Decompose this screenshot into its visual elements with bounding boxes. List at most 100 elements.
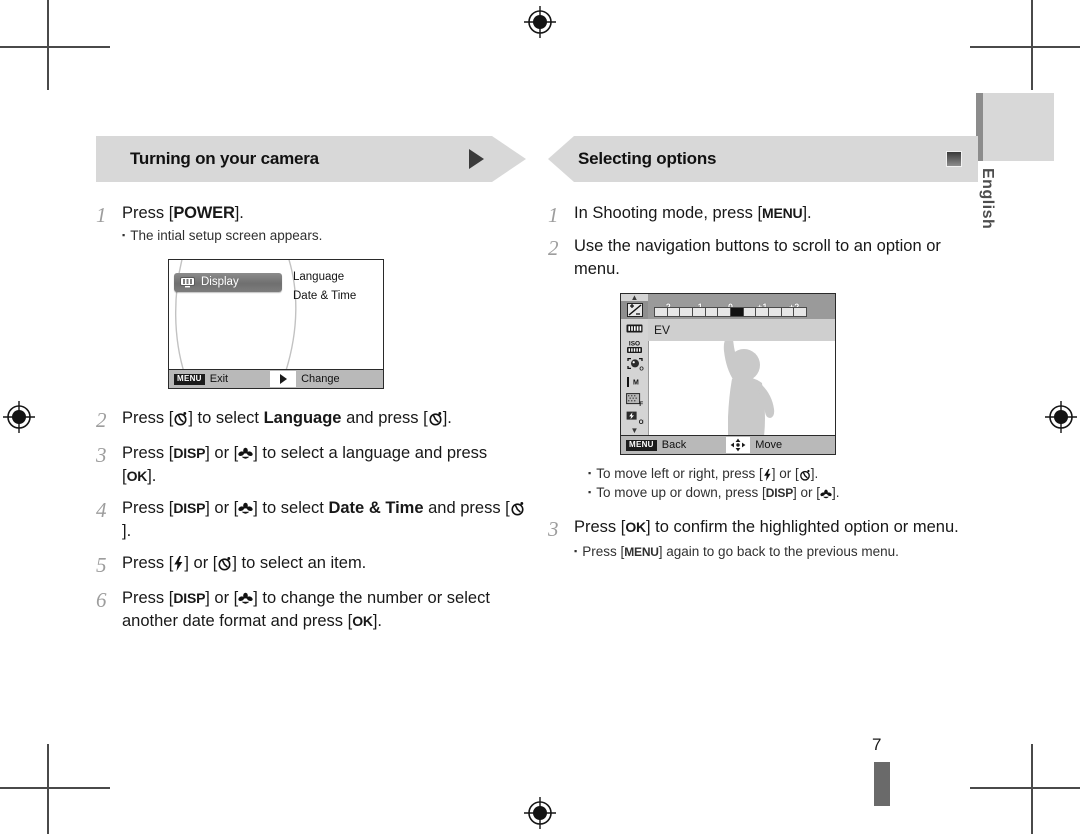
step-item: 2 Use the navigation buttons to scroll t… xyxy=(548,235,978,503)
ev-scale[interactable]: -2 -1 0 +1 +2 xyxy=(654,296,807,317)
seg-text: To move up or down, press [ xyxy=(596,485,766,500)
setup-menu-list: Language Date & Time xyxy=(293,268,356,306)
step-number: 6 xyxy=(96,588,107,612)
camera-screen-bottom-bar: MENU Back Move xyxy=(621,435,835,454)
seg-bold-language: Language xyxy=(263,409,342,427)
note-line: To move up or down, press [DISP] or []. xyxy=(588,483,978,503)
seg-text: ]. xyxy=(372,612,382,630)
setup-menu-item-language[interactable]: Language xyxy=(293,268,356,287)
seg-text: To move left or right, press [ xyxy=(596,466,763,481)
step-number: 3 xyxy=(548,517,559,541)
right-column: Selecting options 1 In Shooting mode, pr… xyxy=(548,136,978,569)
page-number: 7 xyxy=(872,735,882,754)
chevron-down-icon[interactable]: ▼ xyxy=(621,427,648,435)
person-silhouette-icon xyxy=(723,341,774,436)
seg-text: ]. xyxy=(122,522,132,540)
white-balance-icon[interactable] xyxy=(621,319,648,337)
bottom-bar-exit-label: Exit xyxy=(209,372,229,385)
seg-text: and press [ xyxy=(423,499,510,517)
step-number: 5 xyxy=(96,553,107,577)
flash-off-icon[interactable]: OFF xyxy=(621,409,648,427)
ev-tick xyxy=(756,308,770,316)
monitor-icon xyxy=(180,277,195,288)
bottom-bar-back-label: Back xyxy=(661,438,687,451)
step-text: Use the navigation buttons to scroll to … xyxy=(574,235,978,503)
seg-text: Press [ xyxy=(582,544,625,559)
focus-area-icon[interactable]: M xyxy=(621,373,648,391)
step-text: Press [DISP] or [] to select Date & Time… xyxy=(122,497,526,543)
chevron-up-icon[interactable]: ▲ xyxy=(621,294,648,302)
key-menu: MENU xyxy=(762,205,803,221)
setup-menu-item-date-time[interactable]: Date & Time xyxy=(293,287,356,306)
ev-exposure-icon[interactable] xyxy=(621,301,648,319)
ev-option-row[interactable]: EV xyxy=(648,319,835,341)
bottom-bar-move-label: Move xyxy=(755,438,783,451)
flash-bolt-icon xyxy=(173,556,184,571)
crop-mark-bottom-left-horizontal xyxy=(0,787,110,789)
crop-mark-bottom-left-vertical xyxy=(47,744,49,834)
seg-text: ] or [ xyxy=(184,554,218,572)
ev-option-label: EV xyxy=(654,322,671,337)
dpad-move-icon xyxy=(726,437,751,453)
ev-tick xyxy=(769,308,782,316)
seg-text: ] or [ xyxy=(205,499,239,517)
svg-text:OFF: OFF xyxy=(639,366,644,372)
step-item: 6 Press [DISP] or [] to change the numbe… xyxy=(96,587,526,633)
key-menu: MENU xyxy=(624,545,659,559)
menu-badge-icon: MENU xyxy=(174,373,205,385)
step-item: 2 Press [] to select Language and press … xyxy=(96,407,526,433)
step-number: 1 xyxy=(548,203,559,227)
step-number: 2 xyxy=(548,236,559,260)
seg-bold-date-time: Date & Time xyxy=(328,499,424,517)
key-disp: DISP xyxy=(173,445,206,461)
crop-mark-top-left-vertical xyxy=(47,0,49,90)
seg-text: In Shooting mode, press [ xyxy=(574,204,763,222)
key-power: POWER xyxy=(173,204,235,222)
camera-screen-initial-setup: Display Language Date & Time MENU Exit C… xyxy=(168,259,384,389)
macro-flower-icon xyxy=(820,489,832,500)
image-quality-f-icon[interactable]: F xyxy=(621,391,648,409)
registration-mark-left xyxy=(2,400,36,434)
ev-menu-sidebar: ▲ ISO OFF xyxy=(621,294,649,436)
svg-text:ISO: ISO xyxy=(629,340,640,347)
registration-mark-top xyxy=(523,5,557,39)
ev-scale-ticks xyxy=(654,307,807,317)
menu-tab-display-label: Display xyxy=(201,276,239,288)
step-text: Press [DISP] or [] to change the number … xyxy=(122,587,526,633)
ev-scale-bar: -2 -1 0 +1 +2 xyxy=(648,294,835,319)
step-text: Press [DISP] or [] to select a language … xyxy=(122,442,526,488)
seg-text: ]. xyxy=(810,466,819,481)
key-ok: OK xyxy=(625,519,646,535)
camera-screen-bottom-bar: MENU Exit Change xyxy=(169,369,383,388)
seg-text: ] to select xyxy=(253,499,329,517)
step-text: In Shooting mode, press [MENU]. xyxy=(574,202,978,225)
note-line: To move left or right, press [] or []. xyxy=(588,464,978,483)
section-title-right: Selecting options xyxy=(578,149,717,168)
seg-text: and press [ xyxy=(341,409,428,427)
section-banner-selecting-options: Selecting options xyxy=(548,136,978,182)
seg-text: ] again to go back to the previous menu. xyxy=(658,544,899,559)
ev-tick xyxy=(693,308,706,316)
key-disp: DISP xyxy=(173,500,206,516)
section-title-left: Turning on your camera xyxy=(130,149,319,168)
ev-tick xyxy=(744,308,757,316)
ev-screen-notes: To move left or right, press [] or []. T… xyxy=(588,464,978,503)
step-text: Press [POWER]. The intial setup screen a… xyxy=(122,202,526,389)
step-item: 3 Press [DISP] or [] to select a languag… xyxy=(96,442,526,488)
step-text: Press [OK] to confirm the highlighted op… xyxy=(574,516,978,562)
step-item: 5 Press [] or [] to select an item. xyxy=(96,552,526,578)
menu-tab-display[interactable]: Display xyxy=(174,273,282,292)
iso-icon[interactable]: ISO xyxy=(621,337,648,355)
step-text-prefix: Press [ xyxy=(122,204,174,222)
macro-flower-icon xyxy=(238,502,253,516)
seg-text: Press [ xyxy=(574,518,626,536)
face-detection-off-icon[interactable]: OFF xyxy=(621,355,648,373)
self-timer-icon xyxy=(510,501,525,516)
ev-tick xyxy=(706,308,719,316)
camera-screen-ev-menu: ▲ ISO OFF xyxy=(620,293,836,455)
svg-text:M: M xyxy=(633,379,639,386)
step-note: The intial setup screen appears. xyxy=(122,226,526,245)
seg-text: Press [ xyxy=(122,554,174,572)
seg-text: Press [ xyxy=(122,444,174,462)
step-number: 2 xyxy=(96,408,107,432)
